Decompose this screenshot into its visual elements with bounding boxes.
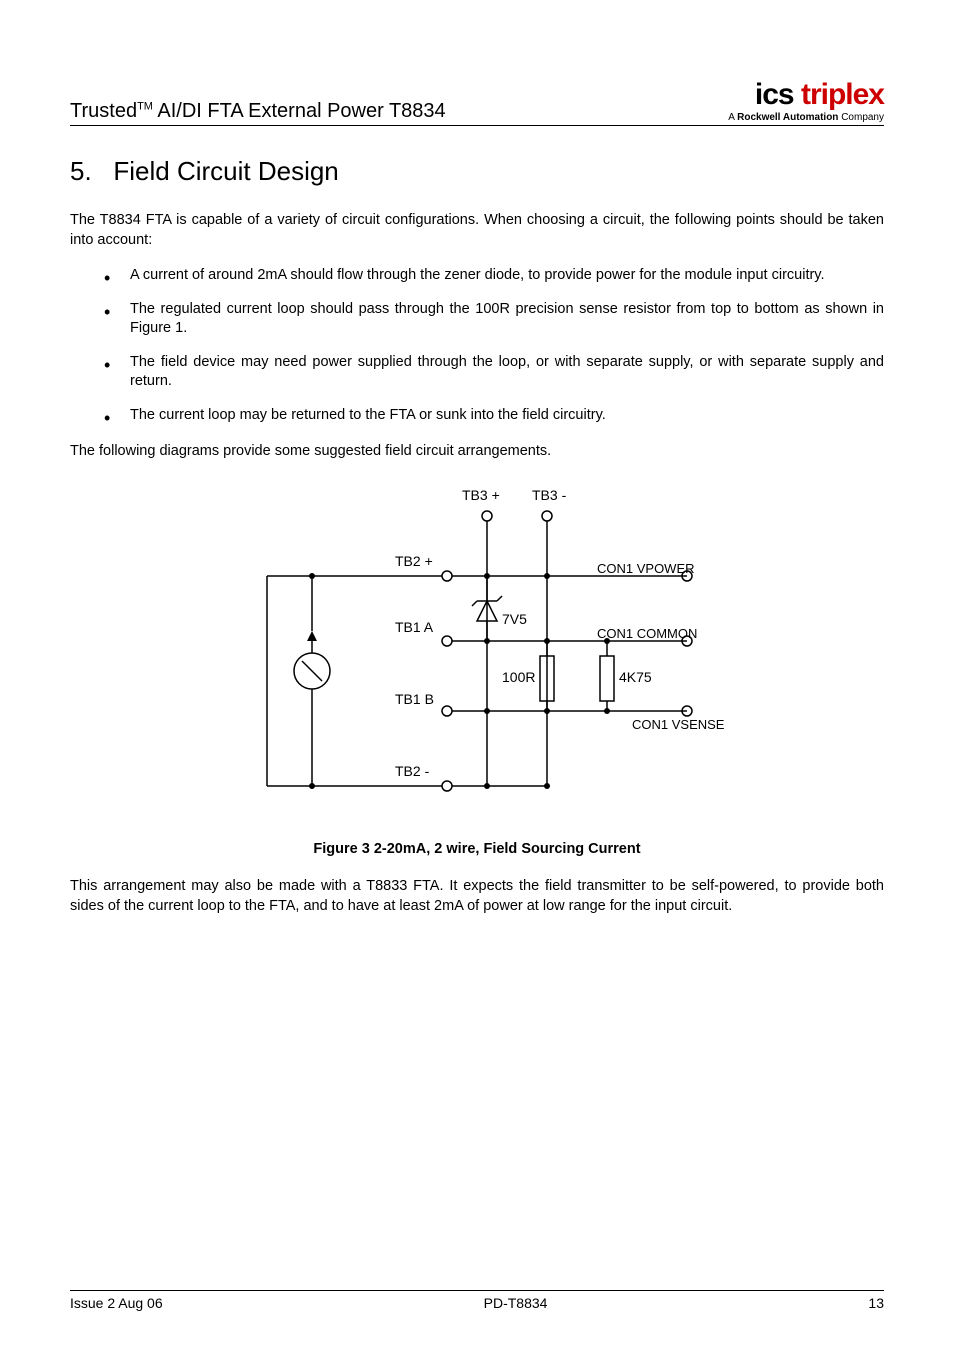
logo-sub: A Rockwell Automation Company <box>728 112 884 123</box>
label-tb3-minus: TB3 - <box>532 487 566 503</box>
section-title: 5. Field Circuit Design <box>70 156 884 187</box>
page-footer: Issue 2 Aug 06 PD-T8834 13 <box>70 1290 884 1311</box>
diagram-svg <box>177 481 777 821</box>
label-tb3-plus: TB3 + <box>462 487 500 503</box>
figure-caption: Figure 3 2-20mA, 2 wire, Field Sourcing … <box>70 841 884 857</box>
intro-paragraph: The T8834 FTA is capable of a variety of… <box>70 211 884 250</box>
label-r-other: 4K75 <box>619 669 652 685</box>
label-tb1-a: TB1 A <box>395 619 433 635</box>
logo: ics triplex A Rockwell Automation Compan… <box>728 80 884 123</box>
bullet-item: The current loop may be returned to the … <box>70 406 884 426</box>
label-con1-vsense: CON1 VSENSE <box>632 717 724 732</box>
label-tb1-b: TB1 B <box>395 691 434 707</box>
closing-paragraph: This arrangement may also be made with a… <box>70 877 884 916</box>
label-zener: 7V5 <box>502 611 527 627</box>
logo-red: triplex <box>794 78 884 111</box>
section-number: 5. <box>70 156 92 186</box>
circuit-diagram: TB3 + TB3 - TB2 + CON1 VPOWER TB1 A 7V5 … <box>177 481 777 821</box>
label-r-sense: 100R <box>502 669 535 685</box>
bullet-item: The field device may need power supplied… <box>70 353 884 392</box>
footer-right: 13 <box>868 1295 884 1311</box>
logo-main: ics triplex <box>728 80 884 110</box>
label-tb2-plus: TB2 + <box>395 553 433 569</box>
header-title-rest: AI/DI FTA External Power T8834 <box>153 100 446 122</box>
logo-sub-bold: Rockwell Automation <box>737 112 838 123</box>
page-header: TrustedTM AI/DI FTA External Power T8834… <box>70 80 884 126</box>
bullet-list: A current of around 2mA should flow thro… <box>70 266 884 425</box>
label-con1-vpower: CON1 VPOWER <box>597 561 695 576</box>
logo-black: ics <box>755 78 794 111</box>
label-con1-common: CON1 COMMON <box>597 626 697 641</box>
header-title: TrustedTM AI/DI FTA External Power T8834 <box>70 100 446 123</box>
header-tm: TM <box>137 100 153 112</box>
logo-sub-suffix: Company <box>838 112 884 123</box>
footer-left: Issue 2 Aug 06 <box>70 1295 163 1311</box>
bullet-item: A current of around 2mA should flow thro… <box>70 266 884 286</box>
section-heading: Field Circuit Design <box>113 156 338 186</box>
post-bullets-paragraph: The following diagrams provide some sugg… <box>70 442 884 462</box>
bullet-item: The regulated current loop should pass t… <box>70 300 884 339</box>
logo-sub-prefix: A <box>728 112 737 123</box>
header-title-prefix: Trusted <box>70 100 137 122</box>
footer-center: PD-T8834 <box>484 1295 548 1311</box>
label-tb2-minus: TB2 - <box>395 763 429 779</box>
